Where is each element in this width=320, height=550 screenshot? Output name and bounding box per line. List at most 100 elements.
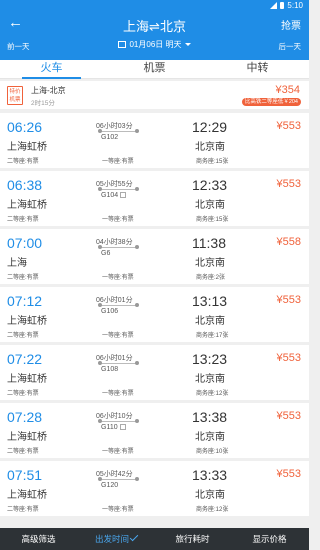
signal-icon [270,2,278,9]
depart-time: 07:00 [7,235,43,251]
arrive-time: 12:29 [192,119,228,135]
arrive-station: 北京南 [195,258,225,269]
arrive-time: 13:38 [192,409,228,425]
arrive-time: 11:38 [192,235,226,251]
train-card[interactable]: 07:28 上海虹桥 二等座:有票 06小时10分 G110 一等座:有票 13… [0,403,309,458]
train-card[interactable]: 07:00 上海 二等座:有票 04小时38分 G6 一等座:有票 11:38 … [0,229,309,284]
arrive-station: 北京南 [195,200,225,211]
ticket-price: ¥553 [276,352,301,364]
train-number: G6 [101,250,110,257]
stops-icon[interactable] [119,424,126,430]
train-number-label: G104 [101,192,119,199]
date-picker[interactable]: 01月06日 明天 [0,39,309,50]
chevron-down-icon [184,43,191,46]
train-number: G106 [101,308,118,315]
ticket-price: ¥553 [276,120,301,132]
seat-first-class: 一等座:有票 [102,275,134,281]
seat-first-class: 一等座:有票 [102,507,134,513]
arrive-time: 13:23 [192,351,228,367]
tab-transfer[interactable]: 中转 [206,60,309,79]
seat-first-class: 一等座:有票 [102,333,134,339]
arrive-station: 北京南 [195,142,225,153]
seat-business-class: 商务座:2张 [196,275,226,281]
tab-flight[interactable]: 机票 [103,60,206,79]
route-line [98,361,139,365]
bottom-bar: 高级筛选 出发时间 旅行耗时 显示价格 [0,528,309,550]
arrive-station: 北京南 [195,316,225,327]
promo-price: ¥354 [275,84,300,96]
depart-station: 上海虹桥 [7,142,47,153]
train-number-label: G120 [101,482,119,489]
arrive-station: 北京南 [195,432,225,443]
tab-train[interactable]: 火车 [0,60,103,79]
next-day-button[interactable]: 后一天 [279,41,302,52]
seat-business-class: 商务座:12张 [196,391,229,397]
ticket-price: ¥553 [276,468,301,480]
stops-icon[interactable] [120,192,127,198]
arrive-station: 北京南 [195,490,225,501]
arrive-time: 12:33 [192,177,228,193]
promo-route: 上海-北京 [31,86,66,95]
depart-time: 06:38 [7,177,43,193]
promo-duration: 2时15分 [31,100,55,107]
page-title: 上海⇌北京 [123,19,186,34]
train-number: G110 [101,424,126,431]
train-number: G120 [101,482,118,489]
seat-second-class: 二等座:有票 [7,159,39,165]
route-line [98,129,139,133]
seat-business-class: 商务座:17张 [196,333,229,339]
train-number-label: G110 [101,424,118,431]
seat-second-class: 二等座:有票 [7,449,39,455]
filter-button[interactable]: 高级筛选 [0,528,77,550]
depart-station: 上海虹桥 [7,316,47,327]
seat-first-class: 一等座:有票 [102,449,134,455]
train-number-label: G102 [101,134,119,141]
seat-second-class: 二等座:有票 [7,507,39,513]
date-label: 01月06日 明天 [129,40,182,49]
depart-station: 上海 [7,258,27,269]
sort-depart-time-button[interactable]: 出发时间 [77,528,154,550]
seat-second-class: 二等座:有票 [7,333,39,339]
show-price-button[interactable]: 显示价格 [231,528,308,550]
status-time: 5:10 [287,1,303,10]
train-list: 06:26 上海虹桥 二等座:有票 06小时03分 G102 一等座:有票 12… [0,113,309,519]
ticket-price: ¥558 [276,236,301,248]
train-card[interactable]: 07:12 上海虹桥 二等座:有票 06小时01分 G106 一等座:有票 13… [0,287,309,342]
train-number: G102 [101,134,118,141]
tab-bar: 火车 机票 中转 [0,60,309,79]
status-bar: 5:10 [0,0,309,12]
flight-promo[interactable]: 特价机票 上海-北京 2时15分 ¥354 比高铁二等座低￥204 [0,81,309,109]
train-number: G104 [101,192,127,199]
route-line [98,477,139,481]
seat-business-class: 商务座:12张 [196,507,229,513]
seat-business-class: 商务座:15张 [196,159,229,165]
train-number-label: G106 [101,308,119,315]
ticket-price: ¥553 [276,294,301,306]
train-card[interactable]: 07:51 上海虹桥 二等座:有票 05小时42分 G120 一等座:有票 13… [0,461,309,516]
ticket-price: ¥553 [276,178,301,190]
seat-second-class: 二等座:有票 [7,275,39,281]
arrive-time: 13:33 [192,467,228,483]
calendar-icon [118,41,127,48]
depart-time: 06:26 [7,119,43,135]
promo-tag: 比高铁二等座低￥204 [241,98,301,106]
sort-depart-time-label: 出发时间 [94,534,129,544]
depart-station: 上海虹桥 [7,490,47,501]
seat-second-class: 二等座:有票 [7,217,39,223]
seat-business-class: 商务座:15张 [196,217,229,223]
train-number-label: G108 [101,366,119,373]
route-line [98,245,139,249]
check-icon [129,532,139,542]
train-card[interactable]: 07:22 上海虹桥 二等座:有票 06小时01分 G108 一等座:有票 13… [0,345,309,400]
route-line [98,303,139,307]
sort-travel-time-button[interactable]: 旅行耗时 [154,528,231,550]
train-card[interactable]: 06:38 上海虹桥 二等座:有票 05小时55分 G104 一等座:有票 12… [0,171,309,226]
route-line [98,187,139,191]
train-number: G108 [101,366,118,373]
depart-time: 07:28 [7,409,43,425]
seat-first-class: 一等座:有票 [102,217,134,223]
route-line [98,419,139,423]
grab-ticket-button[interactable]: 抢票 [281,17,301,32]
train-card[interactable]: 06:26 上海虹桥 二等座:有票 06小时03分 G102 一等座:有票 12… [0,113,309,168]
status-icons: 5:10 [270,1,303,10]
